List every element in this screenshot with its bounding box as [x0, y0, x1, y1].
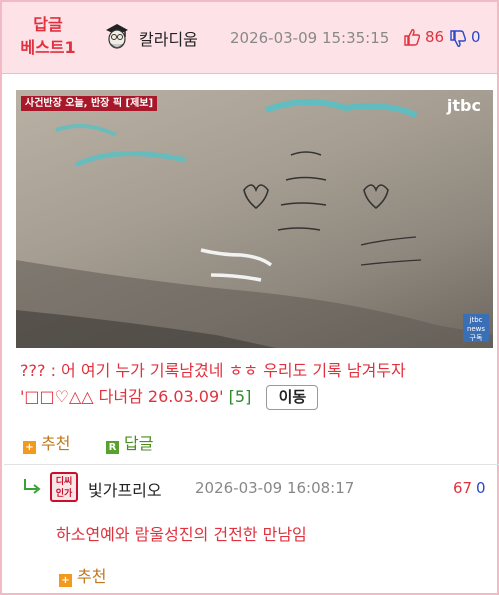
reply-count[interactable]: [5]: [229, 387, 252, 406]
plus-icon: +: [23, 441, 36, 454]
jtbc-news-badge: jtbc news 구독: [463, 314, 489, 342]
rock-graffiti-image: [16, 99, 493, 348]
reply-downvote-count: 0: [476, 479, 486, 497]
attached-photo[interactable]: 사건반장 오늘, 반장 픽 [제보] jtbc jtbc news 구독: [16, 90, 493, 348]
reply-user-avatar[interactable]: 디씨인가: [50, 472, 78, 502]
comment-header: 답글 베스트1 칼라디움 2026-03-09 15:35:15 86 0: [2, 2, 497, 74]
post-datetime: 2026-03-09 15:35:15: [230, 29, 390, 47]
downvote-count: 0: [471, 28, 481, 46]
thumbs-up-icon[interactable]: [404, 28, 420, 46]
comment-card: 답글 베스트1 칼라디움 2026-03-09 15:35:15 86 0 사건…: [0, 0, 499, 595]
comment-body: ??? : 어 여기 누가 기록남겼네 ㅎㅎ 우리도 기록 남겨두자 '□□♡△…: [20, 358, 490, 410]
reply-text: 하소연예와 람울성진의 건전한 만남임: [56, 525, 307, 544]
user-avatar-icon[interactable]: [103, 22, 131, 52]
jtbc-logo: jtbc: [446, 96, 481, 115]
reply-icon: R: [106, 441, 119, 454]
divider: [4, 464, 499, 465]
comment-text-line2: '□□♡△△ 다녀감 26.03.09': [20, 387, 224, 406]
comment-text-line1: ??? : 어 여기 누가 기록남겼네 ㅎㅎ 우리도 기록 남겨두자: [20, 361, 406, 380]
reply-datetime: 2026-03-09 16:08:17: [195, 479, 355, 497]
reply-button[interactable]: R 답글: [106, 430, 153, 454]
thumbs-down-icon[interactable]: [450, 30, 466, 48]
author-name[interactable]: 칼라디움: [139, 26, 198, 50]
recommend-button[interactable]: + 추천: [23, 430, 70, 454]
reply-upvote-count: 67: [453, 479, 473, 497]
reply-recommend-button[interactable]: + 추천: [59, 563, 106, 587]
best-reply-label: 답글 베스트1: [20, 15, 76, 57]
upvote-count: 86: [425, 28, 445, 46]
reply-author-name[interactable]: 빛가프리오: [88, 477, 162, 501]
move-button[interactable]: 이동: [266, 385, 319, 410]
news-caption-tag: 사건반장 오늘, 반장 픽 [제보]: [21, 96, 158, 111]
reply-arrow-icon: [24, 479, 41, 494]
plus-icon: +: [59, 574, 72, 587]
